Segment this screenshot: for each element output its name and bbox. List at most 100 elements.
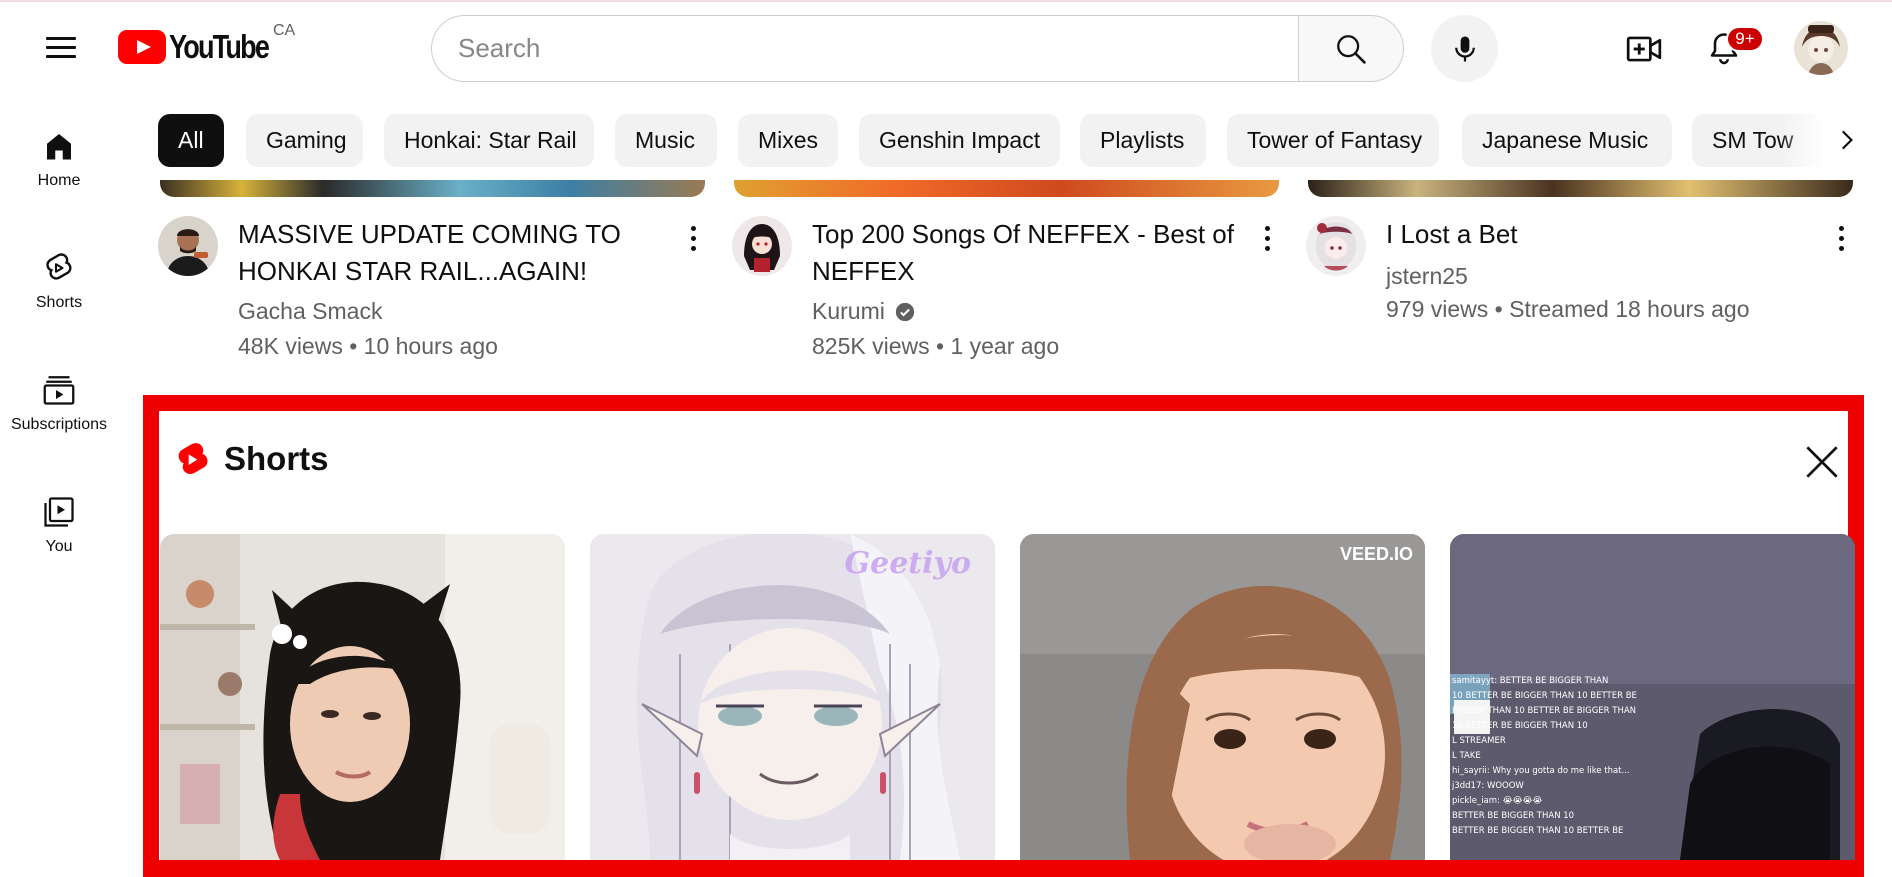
search-box: [431, 15, 1305, 82]
sidebar-item-subscriptions[interactable]: Subscriptions: [0, 372, 118, 468]
video-title-line: HONKAI STAR RAIL...AGAIN!: [238, 256, 588, 286]
video-title-line: MASSIVE UPDATE COMING TO: [238, 219, 621, 249]
video-meta: 979 views • Streamed 18 hours ago: [1386, 296, 1750, 322]
more-icon-dot: [690, 225, 696, 231]
menu-icon-bar: [46, 46, 76, 49]
short-card[interactable]: VEED.IO: [1020, 534, 1425, 860]
more-icon-dot: [1838, 235, 1844, 241]
video-menu-button[interactable]: [678, 218, 708, 258]
video-title-line: I Lost a Bet: [1386, 219, 1518, 249]
video-title[interactable]: Top 200 Songs Of NEFFEX - Best of NEFFEX: [812, 216, 1252, 290]
chip-gaming[interactable]: Gaming: [246, 114, 363, 167]
youtube-play-icon: [118, 30, 166, 64]
verified-check-icon: [895, 302, 915, 321]
chat-line: BIGGER THAN 10 BETTER BE BIGGER THAN: [1452, 706, 1637, 716]
more-icon-dot: [1264, 225, 1270, 231]
more-icon-dot: [1264, 235, 1270, 241]
chip-genshin-impact[interactable]: Genshin Impact: [859, 114, 1060, 167]
top-edge-line: [0, 0, 1892, 2]
more-icon-dot: [690, 235, 696, 241]
chip-all[interactable]: All: [158, 114, 224, 167]
video-meta: 48K views • 10 hours ago: [238, 333, 498, 359]
video-menu-button[interactable]: [1252, 218, 1282, 258]
chat-line: 10 BETTER BE BIGGER THAN 10: [1452, 721, 1588, 731]
video-menu-button[interactable]: [1826, 218, 1856, 258]
sidebar-item-home[interactable]: Home: [0, 128, 118, 224]
video-title[interactable]: I Lost a Bet: [1386, 216, 1826, 253]
chat-line: BETTER BE BIGGER THAN 10 BETTER BE: [1452, 826, 1624, 836]
chat-line: BETTER BE BIGGER THAN 10: [1452, 811, 1575, 821]
you-icon: [44, 497, 74, 527]
chip-tower-of-fantasy[interactable]: Tower of Fantasy: [1227, 114, 1439, 167]
short-card[interactable]: Geetiyo: [590, 534, 995, 860]
close-icon: [1806, 446, 1838, 478]
video-title[interactable]: MASSIVE UPDATE COMING TO HONKAI STAR RAI…: [238, 216, 678, 290]
sidebar-label-shorts: Shorts: [35, 294, 83, 311]
chat-line: pickle_iam: 😭😭😭😭: [1452, 796, 1543, 806]
sidebar-label-subscriptions: Subscriptions: [10, 416, 108, 433]
chat-line: 10 BETTER BE BIGGER THAN 10 BETTER BE: [1452, 691, 1637, 701]
subscriptions-icon: [43, 376, 75, 405]
channel-avatar-image: [158, 216, 218, 276]
mic-icon: [1454, 36, 1475, 61]
shorts-shelf-highlight-bottom: [143, 860, 1864, 877]
watermark-text: VEED.IO: [1339, 544, 1413, 564]
chat-line: L TAKE: [1452, 751, 1481, 761]
youtube-logo[interactable]: YouTube: [118, 25, 290, 69]
voice-search-button[interactable]: [1431, 15, 1498, 82]
chat-line: samitayyt: BETTER BE BIGGER THAN: [1452, 676, 1609, 686]
sidebar-item-you[interactable]: You: [0, 494, 118, 590]
chip-japanese-music[interactable]: Japanese Music: [1462, 114, 1672, 167]
short-thumbnail: [590, 534, 995, 860]
sidebar-label-you: You: [45, 538, 73, 555]
shorts-logo-icon: [178, 443, 208, 474]
video-title-line: NEFFEX: [812, 256, 915, 286]
chip-honkai-star-rail[interactable]: Honkai: Star Rail: [384, 114, 594, 167]
menu-icon-bar: [46, 55, 76, 58]
account-avatar[interactable]: [1794, 21, 1848, 75]
short-card[interactable]: samitayyt: BETTER BE BIGGER THAN 10 BETT…: [1450, 534, 1855, 860]
notification-badge: 9+: [1726, 26, 1764, 52]
search-button[interactable]: [1298, 15, 1404, 82]
search-icon: [1337, 34, 1366, 64]
short-card[interactable]: [160, 534, 565, 860]
more-icon-dot: [1264, 245, 1270, 251]
channel-avatar-image: [732, 216, 792, 276]
sidebar-item-shorts[interactable]: Shorts: [0, 250, 118, 346]
avatar-image: [1794, 21, 1848, 75]
channel-name[interactable]: Gacha Smack: [238, 298, 382, 325]
channel-name[interactable]: Kurumi: [812, 298, 915, 325]
create-video-icon: [1626, 36, 1662, 62]
video-meta: 825K views • 1 year ago: [812, 333, 1060, 359]
shorts-shelf-title: Shorts: [224, 440, 329, 477]
chat-line: hi_sayrii: Why you gotta do me like that…: [1452, 766, 1630, 776]
stream-chat-overlay: samitayyt: BETTER BE BIGGER THAN 10 BETT…: [1452, 674, 1692, 839]
menu-icon-bar: [46, 37, 76, 40]
shorts-close-button[interactable]: [1800, 440, 1844, 484]
menu-button[interactable]: [36, 27, 84, 67]
sidebar-label-home: Home: [37, 172, 81, 189]
chip-music[interactable]: Music: [615, 114, 717, 167]
chips-next-button[interactable]: [1822, 116, 1870, 164]
logo-text: YouTube: [169, 28, 270, 65]
chat-line: j3dd17: WOOOW: [1452, 781, 1524, 791]
search-input[interactable]: [432, 16, 1305, 81]
more-icon-dot: [1838, 225, 1844, 231]
chat-line: L STREAMER: [1452, 736, 1506, 746]
video-title-line: Top 200 Songs Of NEFFEX - Best of: [812, 219, 1234, 249]
channel-avatar[interactable]: [1306, 216, 1366, 276]
channel-avatar[interactable]: [732, 216, 792, 276]
chip-mixes[interactable]: Mixes: [738, 114, 838, 167]
video-thumbnail[interactable]: [734, 180, 1279, 197]
channel-avatar[interactable]: [158, 216, 218, 276]
channel-avatar-image: [1306, 216, 1366, 276]
short-thumbnail: [160, 534, 565, 860]
more-icon-dot: [690, 245, 696, 251]
channel-name[interactable]: jstern25: [1386, 263, 1468, 290]
video-thumbnail[interactable]: [1308, 180, 1853, 197]
video-thumbnail[interactable]: [160, 180, 705, 197]
channel-name-text: Kurumi: [812, 298, 885, 324]
home-icon: [47, 134, 71, 160]
chip-playlists[interactable]: Playlists: [1080, 114, 1206, 167]
create-button[interactable]: [1620, 25, 1668, 73]
